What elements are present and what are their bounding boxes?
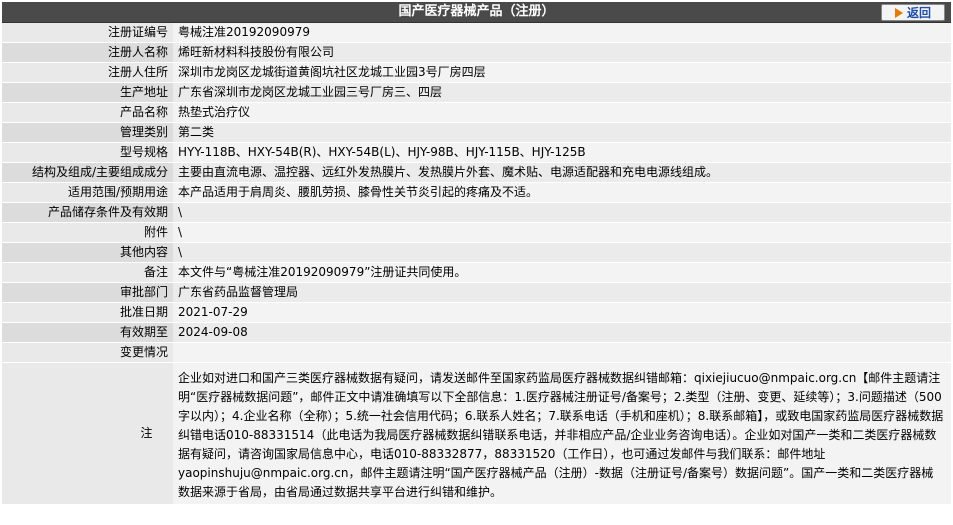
- table-row: 产品储存条件及有效期 \: [2, 202, 951, 223]
- field-label: 批准日期: [2, 302, 173, 323]
- table-row: 注册人名称 烯旺新材料科技股份有限公司: [2, 42, 951, 63]
- arrow-right-icon: [894, 7, 903, 18]
- field-label: 适用范围/预期用途: [2, 182, 173, 203]
- field-value: 粤械注准20192090979: [173, 23, 951, 43]
- back-button[interactable]: 返回: [881, 4, 945, 21]
- field-value: 本文件与“粤械注准20192090979”注册证共同使用。: [173, 262, 951, 283]
- field-value: HYY-118B、HXY-54B(R)、HXY-54B(L)、HJY-98B、H…: [173, 142, 951, 163]
- table-row: 变更情况: [2, 342, 951, 363]
- field-label: 产品名称: [2, 102, 173, 123]
- field-value: 第二类: [173, 122, 951, 143]
- table-row: 产品名称 热垫式治疗仪: [2, 102, 951, 123]
- field-value: 2024-09-08: [173, 322, 951, 343]
- detail-table: 注册证编号 粤械注准20192090979 注册人名称 烯旺新材料科技股份有限公司 …: [2, 23, 951, 505]
- field-label: 注册证编号: [2, 23, 173, 43]
- field-label: 型号规格: [2, 142, 173, 163]
- page-header: 国产医疗器械产品（注册） 返回: [2, 2, 951, 23]
- table-row: 型号规格 HYY-118B、HXY-54B(R)、HXY-54B(L)、HJY-9…: [2, 142, 951, 163]
- table-row: 有效期至 2024-09-08: [2, 322, 951, 343]
- field-value: 本产品适用于肩周炎、腰肌劳损、膝骨性关节炎引起的疼痛及不适。: [173, 182, 951, 203]
- field-label: 注册人名称: [2, 42, 173, 63]
- table-row: 注册人住所 深圳市龙岗区龙城街道黄阁坑社区龙城工业园3号厂房四层: [2, 62, 951, 83]
- field-label: 结构及组成/主要组成成分: [2, 162, 173, 183]
- field-label: 注册人住所: [2, 62, 173, 83]
- table-row: 生产地址 广东省深圳市龙岗区龙城工业园三号厂房三、四层: [2, 82, 951, 103]
- field-label: 备注: [2, 262, 173, 283]
- table-row: 注册证编号 粤械注准20192090979: [2, 23, 951, 43]
- back-button-label: 返回: [906, 6, 931, 20]
- note-text: 企业如对进口和国产三类医疗器械数据有疑问，请发送邮件至国家药监局医疗器械数据纠错…: [173, 362, 951, 505]
- table-row: 适用范围/预期用途 本产品适用于肩周炎、腰肌劳损、膝骨性关节炎引起的疼痛及不适。: [2, 182, 951, 203]
- field-value: 广东省药品监督管理局: [173, 282, 951, 303]
- table-row: 附件 \: [2, 222, 951, 243]
- table-row: 管理类别 第二类: [2, 122, 951, 143]
- table-row: 备注 本文件与“粤械注准20192090979”注册证共同使用。: [2, 262, 951, 283]
- field-value: 2021-07-29: [173, 302, 951, 323]
- note-row: 注 企业如对进口和国产三类医疗器械数据有疑问，请发送邮件至国家药监局医疗器械数据…: [2, 362, 951, 505]
- table-row: 审批部门 广东省药品监督管理局: [2, 282, 951, 303]
- field-label: 附件: [2, 222, 173, 243]
- field-label: 变更情况: [2, 342, 173, 363]
- field-value: \: [173, 222, 951, 243]
- page-title: 国产医疗器械产品（注册）: [398, 4, 555, 19]
- field-value: [173, 342, 951, 363]
- field-label: 有效期至: [2, 322, 173, 343]
- field-label: 产品储存条件及有效期: [2, 202, 173, 223]
- field-value: 深圳市龙岗区龙城街道黄阁坑社区龙城工业园3号厂房四层: [173, 62, 951, 83]
- field-label: 管理类别: [2, 122, 173, 143]
- field-value: 主要由直流电源、温控器、远红外发热膜片、发热膜片外套、魔术贴、电源适配器和充电电…: [173, 162, 951, 183]
- table-row: 其他内容 \: [2, 242, 951, 263]
- table-row: 结构及组成/主要组成成分 主要由直流电源、温控器、远红外发热膜片、发热膜片外套、魔…: [2, 162, 951, 183]
- field-label: 生产地址: [2, 82, 173, 103]
- field-value: 烯旺新材料科技股份有限公司: [173, 42, 951, 63]
- field-value: \: [173, 242, 951, 263]
- table-row: 批准日期 2021-07-29: [2, 302, 951, 323]
- field-label: 其他内容: [2, 242, 173, 263]
- field-value: 广东省深圳市龙岗区龙城工业园三号厂房三、四层: [173, 82, 951, 103]
- field-value: \: [173, 202, 951, 223]
- note-label: 注: [2, 362, 173, 505]
- field-label: 审批部门: [2, 282, 173, 303]
- field-value: 热垫式治疗仪: [173, 102, 951, 123]
